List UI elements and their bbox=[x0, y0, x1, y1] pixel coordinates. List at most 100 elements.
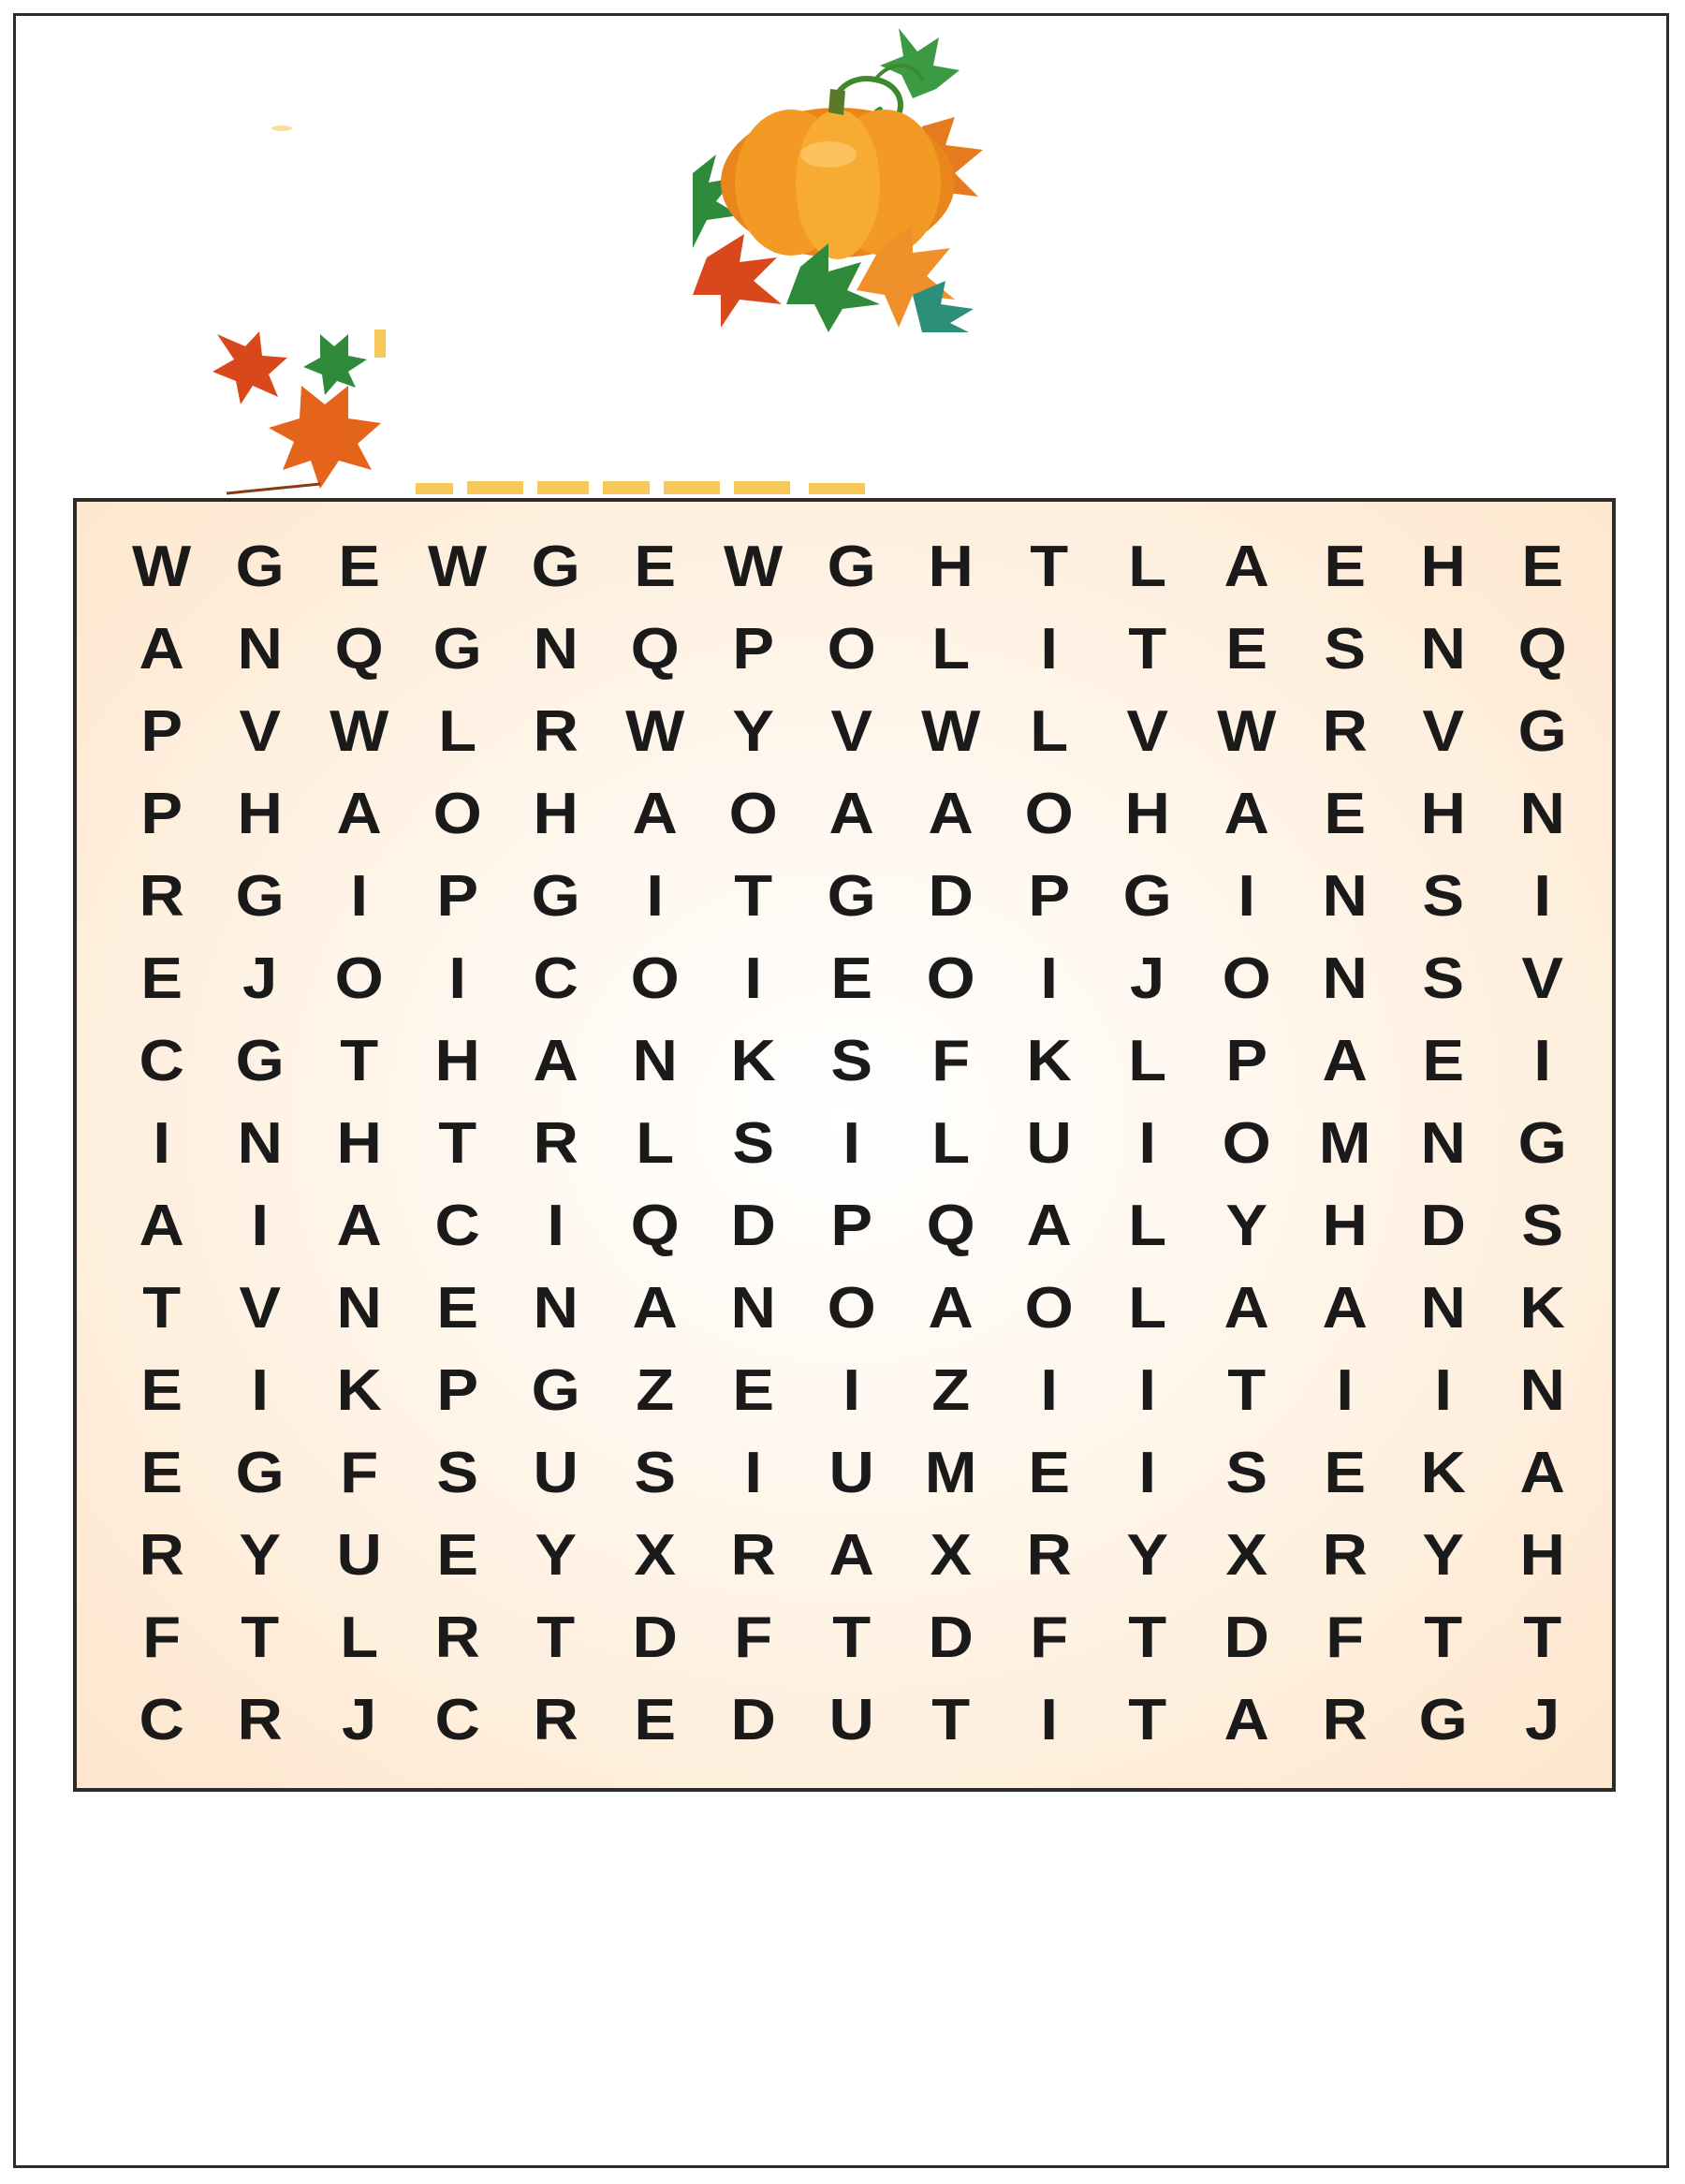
grid-letter: T bbox=[1128, 617, 1167, 682]
grid-letter: U bbox=[336, 1523, 382, 1588]
grid-letter: O bbox=[1024, 1276, 1074, 1341]
grid-letter: E bbox=[830, 946, 873, 1011]
grid-letter: U bbox=[828, 1441, 875, 1505]
grid-letter: T bbox=[536, 1605, 576, 1670]
grid-letter: H bbox=[1124, 782, 1171, 846]
grid-letter: S bbox=[1324, 617, 1366, 682]
grid-letter: V bbox=[830, 699, 873, 764]
grid-letter: A bbox=[1322, 1276, 1368, 1341]
grid-letter: A bbox=[632, 1276, 678, 1341]
grid-letter: G bbox=[235, 1441, 286, 1505]
grid-letter: T bbox=[930, 1688, 970, 1752]
grid-letter: L bbox=[1128, 535, 1167, 599]
grid-letter: L bbox=[930, 1111, 970, 1176]
grid-letter: D bbox=[730, 1688, 776, 1752]
grid-letter: T bbox=[1128, 1688, 1167, 1752]
grid-letter: N bbox=[533, 617, 579, 682]
grid-letter: F bbox=[1326, 1605, 1365, 1670]
grid-letter: E bbox=[436, 1276, 478, 1341]
grid-letter: H bbox=[1519, 1523, 1565, 1588]
grid-letter: O bbox=[827, 1276, 877, 1341]
grid-letter: Y bbox=[1224, 1194, 1267, 1258]
grid-letter: C bbox=[434, 1194, 480, 1258]
grid-letter: V bbox=[1422, 699, 1465, 764]
grid-letter: S bbox=[1520, 1194, 1563, 1258]
grid-letter: A bbox=[1223, 535, 1269, 599]
grid-letter: S bbox=[633, 1441, 676, 1505]
grid-letter: P bbox=[1028, 864, 1070, 929]
grid-letter: N bbox=[730, 1276, 776, 1341]
grid-letter: O bbox=[926, 946, 975, 1011]
grid-letter: O bbox=[728, 782, 778, 846]
grid-letter: T bbox=[241, 1605, 280, 1670]
grid-letter: A bbox=[928, 782, 974, 846]
grid-letter: E bbox=[1324, 782, 1366, 846]
grid-letter: N bbox=[237, 617, 284, 682]
grid-letter: W bbox=[624, 699, 684, 764]
grid-letter: X bbox=[633, 1523, 676, 1588]
grid-letter: Q bbox=[926, 1194, 975, 1258]
grid-letter: W bbox=[920, 699, 980, 764]
grid-letter: T bbox=[1030, 535, 1069, 599]
grid-letter: T bbox=[1226, 1358, 1266, 1423]
grid-letter: P bbox=[1224, 1029, 1267, 1093]
grid-letter: G bbox=[1517, 1111, 1567, 1176]
grid-letter: P bbox=[732, 617, 774, 682]
grid-letter: Q bbox=[1517, 617, 1567, 682]
grid-letter: L bbox=[1030, 699, 1069, 764]
grid-letter: D bbox=[632, 1605, 678, 1670]
grid-letter: L bbox=[1128, 1194, 1167, 1258]
grid-letter: A bbox=[632, 782, 678, 846]
grid-letter: E bbox=[1324, 1441, 1366, 1505]
word-search-grid: WGEWGEWGHTLAEHEANQGNQPOLITESNQPVWLRWYVWL… bbox=[73, 498, 1616, 1792]
grid-letter: N bbox=[1322, 946, 1368, 1011]
grid-letter: G bbox=[235, 864, 286, 929]
grid-letter: I bbox=[1533, 864, 1551, 929]
grid-letter: A bbox=[336, 782, 382, 846]
grid-letter: G bbox=[432, 617, 482, 682]
grid-letter: I bbox=[1040, 1688, 1058, 1752]
grid-letter: Y bbox=[1126, 1523, 1169, 1588]
grid-letter: E bbox=[140, 1358, 183, 1423]
grid-letter: K bbox=[1420, 1441, 1467, 1505]
grid-letter: G bbox=[531, 535, 581, 599]
grid-letter: Y bbox=[732, 699, 774, 764]
grid-letter: R bbox=[434, 1605, 480, 1670]
grid-letter: A bbox=[1322, 1029, 1368, 1093]
grid-letter: Q bbox=[630, 617, 680, 682]
grid-letter: A bbox=[828, 782, 875, 846]
grid-letter: F bbox=[734, 1605, 773, 1670]
grid-letter: E bbox=[140, 1441, 183, 1505]
pumpkin-illustration bbox=[693, 28, 983, 332]
grid-letter: W bbox=[724, 535, 784, 599]
grid-letter: K bbox=[1026, 1029, 1072, 1093]
grid-letter: G bbox=[1122, 864, 1173, 929]
grid-letter: I bbox=[1040, 1358, 1058, 1423]
grid-letter: A bbox=[1026, 1194, 1072, 1258]
grid-letter: A bbox=[1519, 1441, 1565, 1505]
grid-letter: O bbox=[1222, 946, 1271, 1011]
grid-letter: I bbox=[1336, 1358, 1354, 1423]
grid-letter: A bbox=[1223, 1688, 1269, 1752]
grid-letter: P bbox=[830, 1194, 873, 1258]
grid-letter: S bbox=[436, 1441, 478, 1505]
grid-letter: N bbox=[237, 1111, 284, 1176]
grid-letter: I bbox=[1040, 617, 1058, 682]
grid-letter: T bbox=[734, 864, 773, 929]
grid-letter: W bbox=[329, 699, 388, 764]
grid-letter: U bbox=[533, 1441, 579, 1505]
grid-letter: I bbox=[1434, 1358, 1453, 1423]
grid-letter: G bbox=[235, 535, 286, 599]
grid-letter: A bbox=[139, 1194, 184, 1258]
grid-letter: O bbox=[1024, 782, 1074, 846]
grid-letter: O bbox=[827, 617, 877, 682]
grid-letter: I bbox=[744, 946, 762, 1011]
grid-letter: D bbox=[730, 1194, 776, 1258]
grid-letter: Z bbox=[635, 1358, 674, 1423]
grid-letter: H bbox=[1420, 782, 1467, 846]
grid-letter: C bbox=[139, 1029, 184, 1093]
grid-letter: G bbox=[1418, 1688, 1469, 1752]
grid-letter: E bbox=[1422, 1029, 1465, 1093]
grid-letter: M bbox=[924, 1441, 977, 1505]
grid-letter: Y bbox=[239, 1523, 282, 1588]
